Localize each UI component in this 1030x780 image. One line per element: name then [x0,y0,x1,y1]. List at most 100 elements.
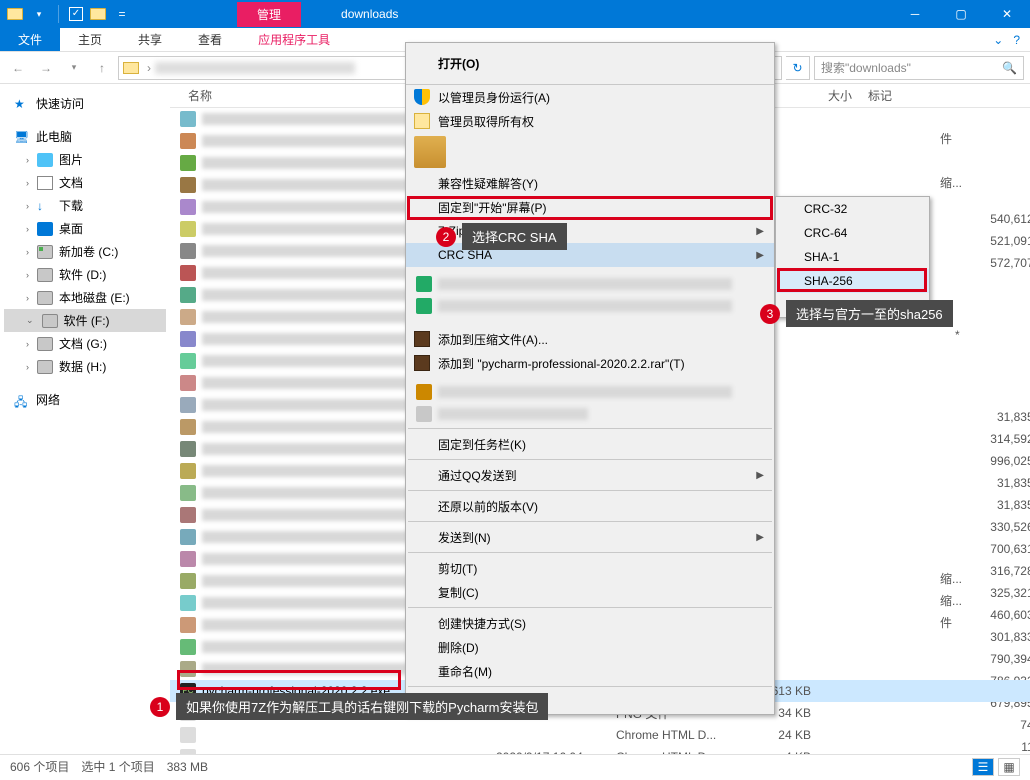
tab-share[interactable]: 共享 [120,28,180,51]
sidebar-item-drive-f[interactable]: ⌄软件 (F:) [4,309,166,332]
file-icon [180,485,196,501]
sidebar-item-drive-g[interactable]: ›文档 (G:) [4,332,166,355]
file-icon [180,177,196,193]
help-icon[interactable]: ? [1013,33,1020,47]
file-size-value [945,384,1030,406]
pc-icon: 🖥 [14,130,30,144]
menu-blurred-section [406,267,774,327]
sidebar-item-downloads[interactable]: ›↓下载 [4,194,166,217]
search-input[interactable]: 搜索"downloads" 🔍 [814,56,1024,80]
label: CRC SHA [438,248,492,262]
file-size-value: 330,526 KB [945,516,1030,538]
menu-pin-taskbar[interactable]: 固定到任务栏(K) [406,432,774,456]
label: 数据 (H:) [59,358,106,375]
tab-app-tools[interactable]: 应用程序工具 [240,28,348,51]
label: SHA-256 [804,274,853,288]
file-icon [180,551,196,567]
label: 以管理员身份运行(A) [438,89,550,106]
label: 通过QQ发送到 [438,467,517,484]
details-view-button[interactable]: ☰ [972,758,994,776]
recent-dropdown[interactable]: ▾ [62,56,86,80]
qat-checkbox-icon[interactable]: ✓ [69,7,83,21]
tab-home[interactable]: 主页 [60,28,120,51]
chevron-down-icon[interactable]: ⌄ [993,33,1003,47]
column-tag[interactable]: 标记 [860,87,920,104]
menu-add-archive[interactable]: 添加到压缩文件(A)... [406,327,774,351]
sidebar-network[interactable]: 🖧网络 [4,388,166,411]
folder-icon [414,113,430,129]
menu-open[interactable]: 打开(O) [438,55,770,72]
file-icon [180,243,196,259]
menu-restore[interactable]: 还原以前的版本(V) [406,494,774,518]
submenu-sha1[interactable]: SHA-1 [776,245,929,269]
menu-qq-send[interactable]: 通过QQ发送到 ▶ [406,463,774,487]
label: 软件 (D:) [59,266,106,283]
menu-cut[interactable]: 剪切(T) [406,556,774,580]
chevron-icon: › [26,270,29,280]
separator [408,607,772,608]
sidebar-item-drive-d[interactable]: › 软件 (D:) [4,263,166,286]
menu-run-admin[interactable]: 以管理员身份运行(A) [406,85,774,109]
menu-copy[interactable]: 复制(C) [406,580,774,604]
maximize-button[interactable]: ▢ [938,0,984,28]
tab-view[interactable]: 查看 [180,28,240,51]
separator [408,459,772,460]
close-button[interactable]: ✕ [984,0,1030,28]
sidebar-item-drive-c[interactable]: ›新加卷 (C:) [4,240,166,263]
context-menu: 打开(O) 以管理员身份运行(A) 管理员取得所有权 兼容性疑难解答(Y) 固定… [405,42,775,715]
menu-compat[interactable]: 兼容性疑难解答(Y) [406,171,774,195]
menu-delete[interactable]: 删除(D) [406,635,774,659]
file-size-value: 540,612 KB [945,208,1030,230]
menu-send-to[interactable]: 发送到(N)▶ [406,525,774,549]
chevron-icon: › [26,362,29,372]
tab-file[interactable]: 文件 [0,28,60,51]
status-size: 383 MB [167,760,208,774]
thumbnails-view-button[interactable]: ▦ [998,758,1020,776]
menu-take-ownership[interactable]: 管理员取得所有权 [406,109,774,133]
refresh-button[interactable]: ↻ [786,56,810,80]
menu-add-to-rar[interactable]: 添加到 "pycharm-professional-2020.2.2.rar"(… [406,351,774,375]
menu-rename[interactable]: 重命名(M) [406,659,774,683]
separator [58,5,59,23]
ribbon-collapse[interactable]: ⌄? [983,28,1030,51]
callout-number: 3 [760,304,780,324]
up-button[interactable]: ↑ [90,56,114,80]
file-size-value: 572,707 KB [945,252,1030,274]
submenu-crc32[interactable]: CRC-32 [776,197,929,221]
sidebar-item-pictures[interactable]: ›图片 [4,148,166,171]
drive-icon [37,291,53,305]
label: 重命名(M) [438,663,492,680]
down-arrow-icon[interactable]: ▾ [30,5,48,23]
minimize-button[interactable]: ─ [892,0,938,28]
sidebar-item-desktop[interactable]: ›桌面 [4,217,166,240]
label: 管理员取得所有权 [438,113,534,130]
forward-button[interactable]: → [34,56,58,80]
submenu-crc64[interactable]: CRC-64 [776,221,929,245]
sidebar-item-drive-h[interactable]: › 数据 (H:) [4,355,166,378]
sidebar-quick-access[interactable]: ★快速访问 [4,92,166,115]
label: 添加到压缩文件(A)... [438,331,548,348]
column-size[interactable]: 大小 [780,87,860,104]
sidebar-item-drive-e[interactable]: ›本地磁盘 (E:) [4,286,166,309]
menu-shortcut[interactable]: 创建快捷方式(S) [406,611,774,635]
search-icon[interactable]: 🔍 [1002,61,1017,75]
sidebar-item-documents[interactable]: ›文档 [4,171,166,194]
submenu-sha256[interactable]: SHA-256 [776,269,929,293]
callout-2: 2选择CRC SHA [436,223,567,250]
callout-text: 如果你使用7Z作为解压工具的话右键刚下载的Pycharm安装包 [176,693,548,720]
chevron-right-icon[interactable]: › [147,61,151,75]
chevron-right-icon: ▶ [756,470,764,481]
folder-icon[interactable] [89,5,107,23]
type-fragment: 件 [940,614,952,631]
quick-access-toolbar: ▾ ✓ = [0,5,137,23]
label: 此电脑 [36,128,72,145]
label: 文档 [59,174,83,191]
label: 图片 [59,151,83,168]
back-button[interactable]: ← [6,56,30,80]
equals-icon[interactable]: = [113,5,131,23]
menu-pin-start[interactable]: 固定到"开始"屏幕(P) [406,195,774,219]
file-row[interactable]: Chrome HTML D... 24 KB [170,724,1030,746]
callout-number: 2 [436,227,456,247]
file-icon [180,573,196,589]
sidebar-this-pc[interactable]: 🖥 此电脑 [4,125,166,148]
